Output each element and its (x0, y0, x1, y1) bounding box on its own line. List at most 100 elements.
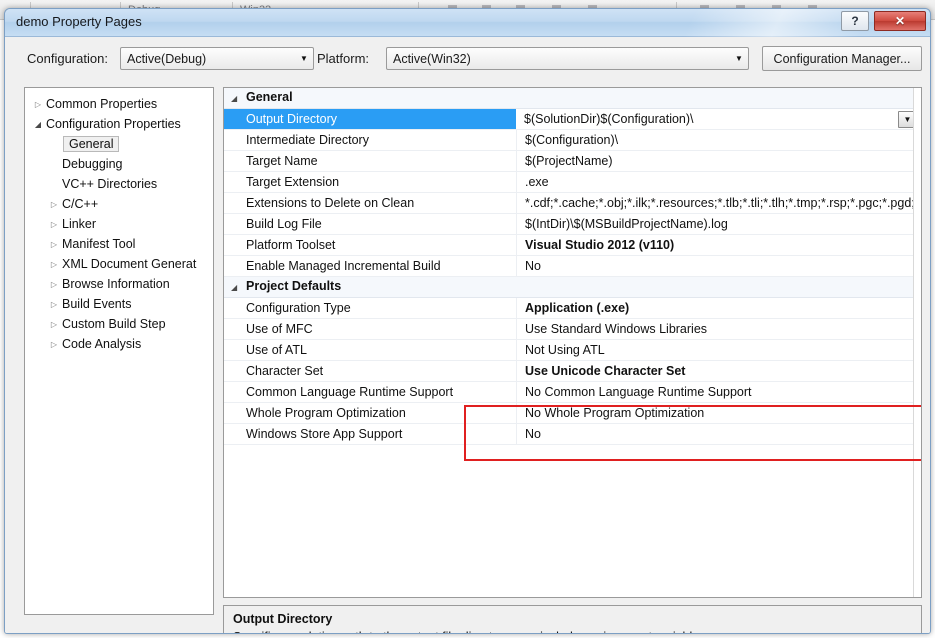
property-name: Target Extension (246, 175, 340, 189)
property-name: Build Log File (246, 217, 322, 231)
property-name: Windows Store App Support (246, 427, 403, 441)
dialog-body: Configuration: Active(Debug) ▼ Platform:… (5, 37, 930, 633)
property-row[interactable]: Output Directory $(SolutionDir)$(Configur… (224, 109, 921, 130)
chevron-right-icon[interactable]: ▷ (47, 280, 61, 289)
property-row[interactable]: Platform Toolset Visual Studio 2012 (v110… (224, 235, 921, 256)
property-value[interactable]: $(IntDir)\$(MSBuildProjectName).log (516, 214, 921, 234)
property-name: Configuration Type (246, 301, 351, 315)
property-value[interactable]: Application (.exe) (516, 298, 921, 318)
chevron-right-icon[interactable]: ▷ (47, 200, 61, 209)
property-name: Output Directory (224, 109, 516, 129)
sidebar-item-linker[interactable]: ▷ Linker (25, 214, 213, 234)
property-value[interactable]: Use Standard Windows Libraries (516, 319, 921, 339)
close-button[interactable]: ✕ (874, 11, 926, 31)
property-value[interactable]: No Common Language Runtime Support (516, 382, 921, 402)
property-row[interactable]: Target Extension .exe (224, 172, 921, 193)
property-row[interactable]: Character Set Use Unicode Character Set (224, 361, 921, 382)
sidebar-item-label: XML Document Generat (62, 257, 197, 271)
sidebar-item-debugging[interactable]: Debugging (25, 154, 213, 174)
property-pages-dialog: demo Property Pages ? ✕ Configuration: A… (4, 8, 931, 634)
property-grid[interactable]: ◢ General Output Directory $(SolutionDir)$(… (223, 87, 922, 598)
property-value[interactable]: $(SolutionDir)$(Configuration)\ (516, 109, 921, 129)
sidebar-item-browse-information[interactable]: ▷ Browse Information (25, 274, 213, 294)
sidebar-item-code-analysis[interactable]: ▷ Code Analysis (25, 334, 213, 354)
sidebar-item-configuration-properties[interactable]: ◢ Configuration Properties (25, 114, 213, 134)
platform-dropdown-value: Active(Win32) (393, 51, 471, 66)
description-pane: Output Directory Specifies a relative pa… (223, 605, 922, 633)
sidebar-item-label: Browse Information (62, 277, 170, 291)
property-row[interactable]: Extensions to Delete on Clean *.cdf;*.cac… (224, 193, 921, 214)
property-name: Whole Program Optimization (246, 406, 406, 420)
property-row[interactable]: Use of MFC Use Standard Windows Libraries (224, 319, 921, 340)
platform-dropdown[interactable]: Active(Win32) ▼ (386, 47, 749, 70)
sidebar-item-label: Linker (62, 217, 97, 231)
chevron-right-icon[interactable]: ▷ (47, 300, 61, 309)
configuration-manager-button[interactable]: Configuration Manager... (762, 46, 922, 71)
sidebar-item-build-events[interactable]: ▷ Build Events (25, 294, 213, 314)
sidebar-item-label: Code Analysis (62, 337, 142, 351)
property-value[interactable]: No (516, 424, 921, 444)
chevron-right-icon[interactable]: ▷ (47, 240, 61, 249)
configuration-dropdown-value: Active(Debug) (127, 51, 207, 66)
chevron-down-icon[interactable]: ◢ (231, 283, 237, 292)
configuration-dropdown[interactable]: Active(Debug) ▼ (120, 47, 314, 70)
platform-label: Platform: (317, 51, 370, 66)
chevron-right-icon[interactable]: ▷ (47, 220, 61, 229)
sidebar-item-xml-document-generat[interactable]: ▷ XML Document Generat (25, 254, 213, 274)
sidebar-item-label: Custom Build Step (62, 317, 166, 331)
sidebar-item-custom-build-step[interactable]: ▷ Custom Build Step (25, 314, 213, 334)
chevron-down-icon[interactable]: ◢ (31, 120, 45, 129)
property-tree-panel[interactable]: ▷ Common Properties ◢ Configuration Propert… (24, 87, 214, 615)
chevron-right-icon[interactable]: ▷ (47, 340, 61, 349)
sidebar-item-general[interactable]: General (25, 134, 213, 154)
property-name: Enable Managed Incremental Build (246, 259, 441, 273)
property-value[interactable]: No Whole Program Optimization (516, 403, 921, 423)
description-text: Specifies a relative path to the output … (233, 630, 709, 633)
property-row[interactable]: Target Name $(ProjectName) (224, 151, 921, 172)
property-row[interactable]: Whole Program Optimization No Whole Progr… (224, 403, 921, 424)
property-value[interactable]: $(Configuration)\ (516, 130, 921, 150)
sidebar-item-label: Configuration Properties (46, 117, 181, 131)
sidebar-item-label: C/C++ (62, 197, 99, 211)
property-group-header[interactable]: ◢ General (224, 88, 921, 109)
help-button[interactable]: ? (841, 11, 869, 31)
property-row[interactable]: Configuration Type Application (.exe) (224, 298, 921, 319)
property-row[interactable]: Use of ATL Not Using ATL (224, 340, 921, 361)
property-grid-rows: ◢ General Output Directory $(SolutionDir)$(… (224, 88, 921, 445)
chevron-right-icon[interactable]: ▷ (47, 320, 61, 329)
property-value[interactable]: Use Unicode Character Set (516, 361, 921, 381)
description-title: Output Directory (233, 612, 333, 626)
property-value[interactable]: Not Using ATL (516, 340, 921, 360)
property-value[interactable]: Visual Studio 2012 (v110) (516, 235, 921, 255)
property-value[interactable]: No (516, 256, 921, 276)
property-row[interactable]: Enable Managed Incremental Build No (224, 256, 921, 277)
property-name: Character Set (246, 364, 324, 378)
sidebar-item-label: Manifest Tool (62, 237, 136, 251)
dialog-title: demo Property Pages (16, 14, 142, 29)
property-row[interactable]: Common Language Runtime Support No Common… (224, 382, 921, 403)
property-value[interactable]: *.cdf;*.cache;*.obj;*.ilk;*.resources;*.… (516, 193, 921, 213)
property-name: Common Language Runtime Support (246, 385, 454, 399)
sidebar-item-label: Debugging (62, 157, 123, 171)
chevron-right-icon[interactable]: ▷ (31, 100, 45, 109)
property-group-label: Project Defaults (246, 279, 342, 293)
property-tree-list: ▷ Common Properties ◢ Configuration Propert… (25, 94, 213, 354)
chevron-down-icon: ▼ (300, 53, 308, 63)
sidebar-item-manifest-tool[interactable]: ▷ Manifest Tool (25, 234, 213, 254)
chevron-down-icon: ▼ (735, 53, 743, 63)
property-group-label: General (246, 90, 293, 104)
property-group-header[interactable]: ◢ Project Defaults (224, 277, 921, 298)
chevron-down-icon[interactable]: ◢ (231, 94, 237, 103)
property-row[interactable]: Build Log File $(IntDir)\$(MSBuildProject… (224, 214, 921, 235)
property-value[interactable]: $(ProjectName) (516, 151, 921, 171)
sidebar-item-common-properties[interactable]: ▷ Common Properties (25, 94, 213, 114)
configuration-bar: Configuration: Active(Debug) ▼ Platform:… (5, 37, 930, 83)
property-row[interactable]: Windows Store App Support No (224, 424, 921, 445)
sidebar-item-label: Common Properties (46, 97, 158, 111)
property-value[interactable]: .exe (516, 172, 921, 192)
sidebar-item-label: General (63, 136, 120, 152)
sidebar-item-vc-directories[interactable]: VC++ Directories (25, 174, 213, 194)
chevron-right-icon[interactable]: ▷ (47, 260, 61, 269)
property-row[interactable]: Intermediate Directory $(Configuration)\ (224, 130, 921, 151)
sidebar-item-c-c[interactable]: ▷ C/C++ (25, 194, 213, 214)
